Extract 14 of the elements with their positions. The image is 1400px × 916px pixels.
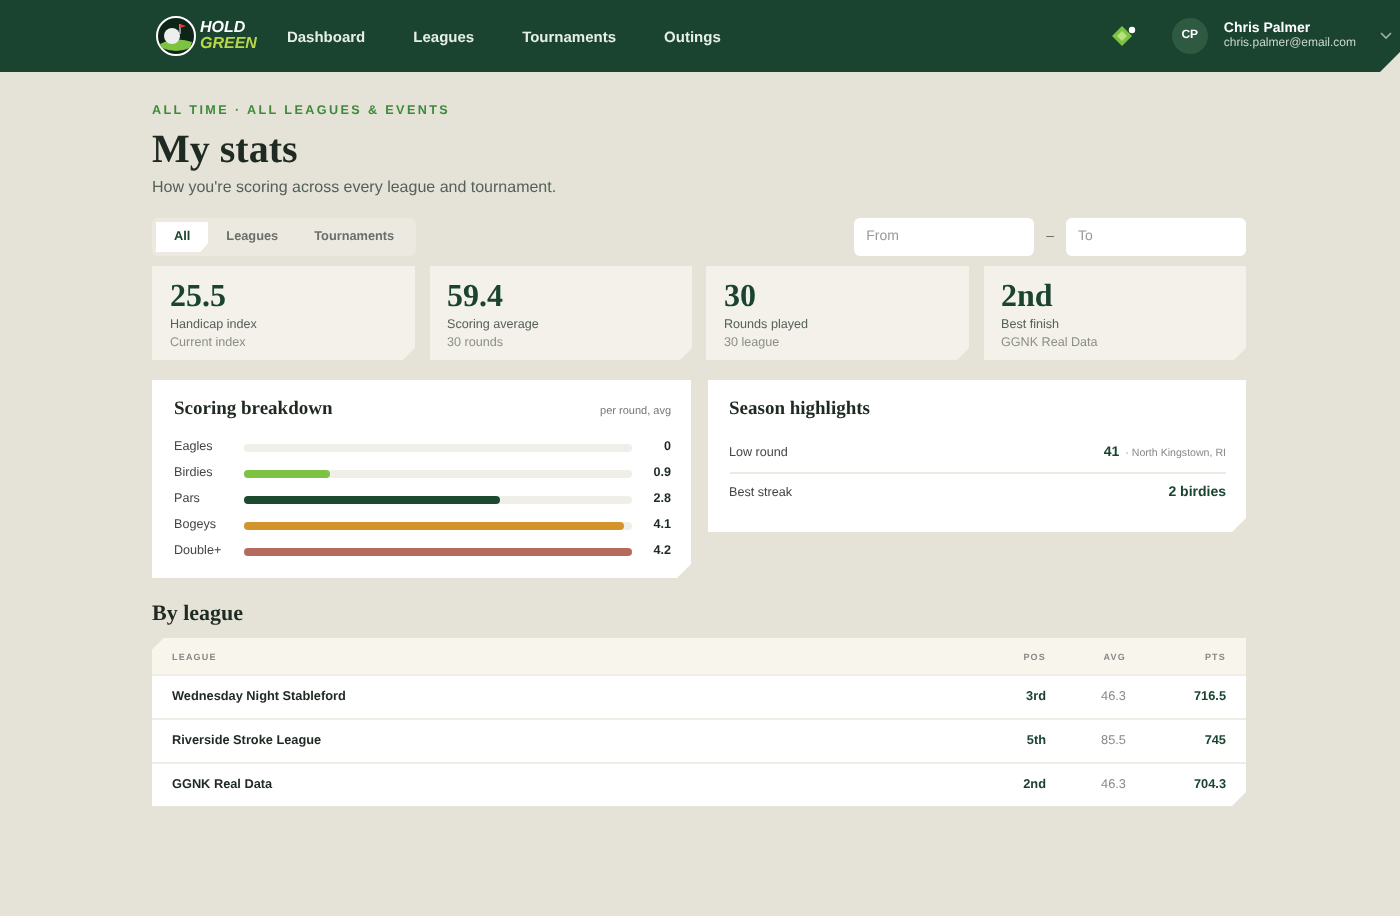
page-subtitle: How you're scoring across every league and tournament. xyxy=(152,178,559,196)
stat-value: 25.5 xyxy=(170,282,226,314)
card-title: Scoring breakdown xyxy=(174,400,333,420)
chevron-down-icon[interactable] xyxy=(1380,32,1392,40)
logo-text: GREEN xyxy=(200,36,257,52)
page-title: My stats xyxy=(152,128,300,172)
stat-value: 2nd xyxy=(1001,282,1053,314)
card-title: Season highlights xyxy=(729,400,870,420)
logo-text: HOLD xyxy=(200,20,248,36)
gem-icon[interactable] xyxy=(1109,25,1136,47)
logo-icon[interactable] xyxy=(156,16,196,56)
stat-value: 59.4 xyxy=(447,282,503,314)
stat-value: 30 xyxy=(724,282,756,314)
section-title: By league xyxy=(152,602,246,626)
